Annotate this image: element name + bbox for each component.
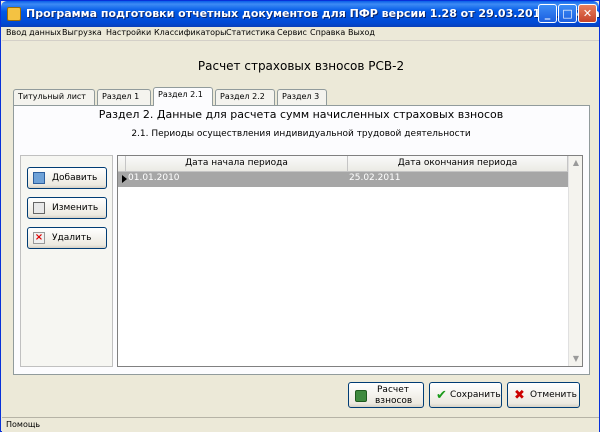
save-button[interactable]: ✔ Сохранить: [429, 382, 502, 408]
calc-icon: [355, 390, 367, 402]
column-header-start[interactable]: Дата начала периода: [126, 156, 348, 172]
add-button-label: Добавить: [52, 173, 98, 183]
form-title: Расчет страховых взносов РСВ-2: [197, 59, 405, 73]
close-button[interactable]: ✕: [578, 4, 597, 23]
column-header-end[interactable]: Дата окончания периода: [348, 156, 568, 172]
cell-start-date[interactable]: 01.01.2010: [128, 173, 180, 183]
vertical-scrollbar[interactable]: ▲ ▼: [568, 156, 582, 366]
row-pointer-icon: [122, 175, 127, 183]
menu-item-service[interactable]: Сервис: [277, 28, 307, 37]
menu-item-statistics[interactable]: Статистика: [226, 28, 275, 37]
menu-item-classifiers[interactable]: Классификаторы: [154, 28, 226, 37]
delete-button-label: Удалить: [52, 233, 92, 243]
delete-button[interactable]: × Удалить: [27, 227, 107, 249]
app-icon: [7, 7, 21, 21]
table-row[interactable]: 01.01.2010 25.02.2011: [118, 172, 568, 187]
cell-end-date[interactable]: 25.02.2011: [349, 173, 401, 183]
window-title: Программа подготовки отчетных документов…: [26, 7, 600, 20]
main-window: Программа подготовки отчетных документов…: [0, 0, 600, 432]
menu-item-data-entry[interactable]: Ввод данных: [6, 28, 61, 37]
menu-item-exit[interactable]: Выход: [348, 28, 375, 37]
minimize-button[interactable]: _: [538, 4, 557, 23]
scroll-up-icon[interactable]: ▲: [570, 157, 582, 169]
delete-icon: ×: [33, 232, 45, 244]
status-text: Помощь: [6, 420, 41, 429]
edit-button[interactable]: Изменить: [27, 197, 107, 219]
status-bar: Помощь: [2, 417, 599, 432]
menu-item-settings[interactable]: Настройки: [106, 28, 151, 37]
section-title: Раздел 2. Данные для расчета сумм начисл…: [98, 108, 504, 121]
tab-section-3[interactable]: Раздел 3: [277, 89, 327, 105]
menu-item-help[interactable]: Справка: [310, 28, 345, 37]
edit-button-label: Изменить: [52, 203, 99, 213]
menu-item-export[interactable]: Выгрузка: [62, 28, 102, 37]
section-subtitle: 2.1. Периоды осуществления индивидуально…: [131, 129, 471, 139]
save-button-label: Сохранить: [450, 390, 501, 400]
menu-bar: Ввод данных Выгрузка Настройки Классифик…: [2, 27, 599, 41]
calculate-contributions-button[interactable]: Расчет взносов: [348, 382, 424, 408]
tab-section-2-1[interactable]: Раздел 2.1: [153, 87, 213, 106]
cancel-button[interactable]: ✖ Отменить: [507, 382, 580, 408]
scroll-down-icon[interactable]: ▼: [570, 353, 582, 365]
tab-title-page[interactable]: Титульный лист: [13, 89, 95, 105]
title-bar: Программа подготовки отчетных документов…: [1, 1, 600, 27]
tab-section-1[interactable]: Раздел 1: [97, 89, 151, 105]
cancel-button-label: Отменить: [530, 390, 577, 400]
maximize-button[interactable]: □: [558, 4, 577, 23]
calc-label-line1: Расчет: [377, 385, 409, 395]
tab-section-2-2[interactable]: Раздел 2.2: [215, 89, 275, 105]
grid-corner: [118, 156, 126, 172]
add-icon: [33, 172, 45, 184]
edit-icon: [33, 202, 45, 214]
calc-label-line2: взносов: [375, 396, 413, 406]
checkmark-icon: ✔: [436, 388, 447, 403]
add-button[interactable]: Добавить: [27, 167, 107, 189]
cross-icon: ✖: [514, 388, 525, 403]
periods-grid[interactable]: Дата начала периода Дата окончания перио…: [117, 155, 583, 367]
